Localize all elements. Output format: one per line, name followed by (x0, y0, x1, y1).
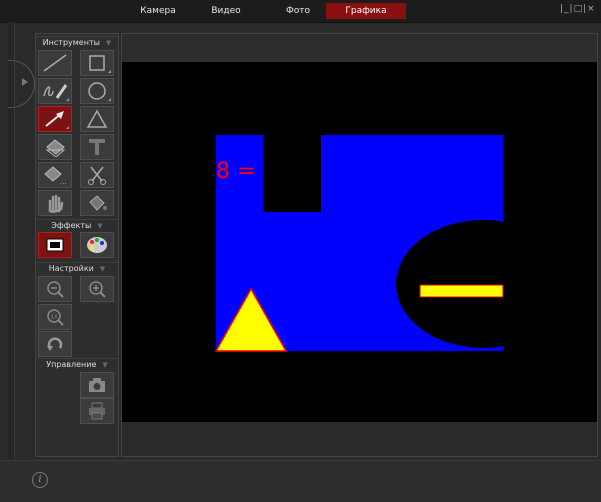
freehand-pencil-icon (43, 84, 68, 99)
menu-video[interactable]: Видео (204, 3, 248, 19)
fill-bucket-icon (89, 195, 107, 211)
zoom-actual-button[interactable]: 1X (38, 304, 72, 330)
eraser-icon (45, 139, 66, 157)
section-settings-label: Настройки (48, 264, 94, 273)
rectangle-tool-button[interactable] (80, 50, 114, 76)
fill-tool-button[interactable] (80, 190, 114, 216)
drawing-canvas[interactable]: 8 = (122, 62, 597, 422)
section-control-header[interactable]: Управление ▼ (36, 358, 118, 371)
section-effects-header[interactable]: Эффекты ▼ (36, 219, 118, 232)
chevron-down-icon: ▼ (99, 265, 106, 273)
canvas-drawing: 8 = (122, 62, 597, 422)
partial-eraser-tool-button[interactable]: ... (38, 162, 72, 188)
line-tool-button[interactable] (38, 50, 72, 76)
zoom-out-icon (47, 281, 64, 298)
ellipse-icon (88, 82, 106, 100)
window-controls[interactable]: |_|□|× (560, 4, 596, 14)
section-tools-header[interactable]: Инструменты ▼ (36, 36, 118, 49)
section-tools-label: Инструменты (42, 38, 100, 47)
text-tool-button[interactable] (80, 134, 114, 160)
svg-text:...: ... (60, 178, 67, 185)
arrow-tool-button[interactable] (38, 106, 72, 132)
palette-effect-button[interactable] (80, 232, 114, 258)
print-button[interactable] (80, 398, 114, 424)
canvas-toolbar-strip (122, 34, 597, 62)
hand-icon (48, 194, 64, 213)
eraser-partial-icon: ... (44, 166, 67, 185)
eraser-tool-button[interactable] (38, 134, 72, 160)
zoom-in-icon (89, 281, 106, 298)
yellow-bar (419, 284, 504, 298)
snapshot-button[interactable] (80, 372, 114, 398)
palette-icon (87, 237, 107, 253)
frame-effect-button[interactable] (38, 232, 72, 258)
scissors-icon (88, 166, 106, 185)
menu-camera[interactable]: Камера (136, 3, 180, 19)
zoom-actual-icon: 1X (47, 309, 64, 326)
pencil-tool-button[interactable] (38, 78, 72, 104)
expand-arrow-icon[interactable] (22, 78, 28, 86)
info-icon[interactable]: i (32, 472, 48, 488)
section-control-label: Управление (46, 360, 97, 369)
triangle-tool-button[interactable] (80, 106, 114, 132)
text-icon (89, 139, 105, 155)
status-bar (0, 460, 601, 502)
chevron-down-icon: ▼ (97, 222, 103, 230)
svg-text:1X: 1X (51, 315, 58, 321)
zoom-in-button[interactable] (80, 276, 114, 302)
triangle-icon (86, 109, 108, 128)
camera-icon (89, 378, 105, 392)
annotation-text: 8 = (216, 159, 255, 184)
frame-icon (46, 238, 64, 252)
line-icon (43, 54, 67, 72)
section-effects-label: Эффекты (51, 221, 92, 230)
rotate-icon (47, 337, 63, 351)
chevron-down-icon: ▼ (102, 361, 108, 369)
arrow-icon (45, 111, 64, 127)
section-settings-header[interactable]: Настройки ▼ (36, 262, 118, 275)
zoom-out-button[interactable] (38, 276, 72, 302)
chevron-down-icon: ▼ (105, 39, 112, 47)
hand-tool-button[interactable] (38, 190, 72, 216)
ellipse-tool-button[interactable] (80, 78, 114, 104)
rectangle-icon (89, 55, 105, 71)
menu-photo[interactable]: Фото (276, 3, 320, 19)
top-menu-bar: Камера Видео Фото Графика (0, 0, 601, 23)
black-ellipse (396, 220, 570, 348)
menu-graphics[interactable]: Графика (326, 3, 406, 19)
scissors-tool-button[interactable] (80, 162, 114, 188)
rotate-button[interactable] (38, 331, 72, 357)
printer-icon (89, 402, 105, 420)
